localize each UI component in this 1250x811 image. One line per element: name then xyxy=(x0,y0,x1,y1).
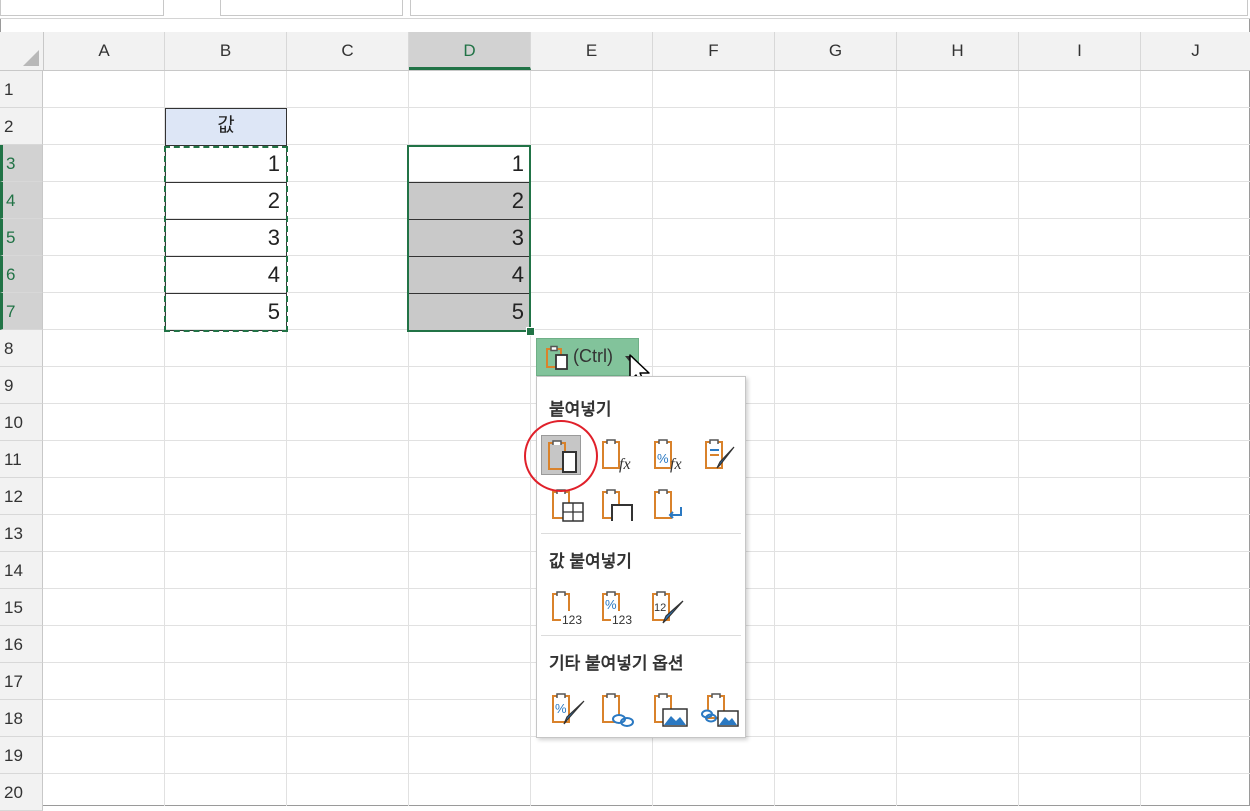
column-header-j[interactable]: J xyxy=(1141,32,1250,70)
paste-link-icon[interactable] xyxy=(599,689,639,729)
column-header-f[interactable]: F xyxy=(653,32,775,70)
row-header-7[interactable]: 7 xyxy=(0,293,43,330)
formula-input[interactable] xyxy=(410,0,1248,16)
column-header-g[interactable]: G xyxy=(775,32,897,70)
row-header-19[interactable]: 19 xyxy=(0,737,43,774)
formula-buttons xyxy=(220,0,403,16)
paste-picture-icon[interactable] xyxy=(651,689,691,729)
row-header-14[interactable]: 14 xyxy=(0,552,43,589)
svg-text:123: 123 xyxy=(562,613,582,627)
name-box[interactable] xyxy=(0,0,164,16)
row-header-20[interactable]: 20 xyxy=(0,774,43,811)
svg-text:%: % xyxy=(605,597,617,612)
column-header-a[interactable]: A xyxy=(44,32,165,70)
paste-formulas-number-format-icon[interactable]: % fx xyxy=(649,435,689,475)
row-header-6[interactable]: 6 xyxy=(0,256,43,293)
highlight-circle xyxy=(524,420,598,492)
fill-handle[interactable] xyxy=(526,327,535,336)
paste-keep-source-formatting-icon[interactable] xyxy=(700,435,740,475)
row-header-15[interactable]: 15 xyxy=(0,589,43,626)
paste-formulas-icon[interactable]: fx xyxy=(597,435,637,475)
paste-linked-picture-icon[interactable] xyxy=(700,689,740,729)
row-header-1[interactable]: 1 xyxy=(0,71,43,108)
row-header-5[interactable]: 5 xyxy=(0,219,43,256)
svg-text:12: 12 xyxy=(654,602,666,614)
copy-marquee xyxy=(164,146,288,332)
row-header-13[interactable]: 13 xyxy=(0,515,43,552)
select-all-corner[interactable] xyxy=(0,32,44,70)
paste-transpose-icon[interactable] xyxy=(651,485,691,525)
column-header-c[interactable]: C xyxy=(287,32,409,70)
row-header-16[interactable]: 16 xyxy=(0,626,43,663)
header-cell-b2[interactable]: 값 xyxy=(165,108,287,146)
column-header-d[interactable]: D xyxy=(409,32,531,70)
row-header-12[interactable]: 12 xyxy=(0,478,43,515)
paste-formatting-icon[interactable]: % xyxy=(549,689,589,729)
formula-bar xyxy=(0,0,1250,19)
row-header-3[interactable]: 3 xyxy=(0,145,43,182)
paste-values-number-format-icon[interactable]: % 123 xyxy=(599,587,639,627)
svg-text:fx: fx xyxy=(670,456,682,473)
column-header-h[interactable]: H xyxy=(897,32,1019,70)
svg-text:%: % xyxy=(657,451,669,466)
column-header-b[interactable]: B xyxy=(165,32,287,70)
row-header-17[interactable]: 17 xyxy=(0,663,43,700)
row-header-2[interactable]: 2 xyxy=(0,108,43,145)
row-header-4[interactable]: 4 xyxy=(0,182,43,219)
svg-text:fx: fx xyxy=(619,456,631,473)
paste-values-icon[interactable]: 123 xyxy=(549,587,589,627)
column-header-i[interactable]: I xyxy=(1019,32,1141,70)
selection-range-d3-d7 xyxy=(407,145,531,332)
column-header-e[interactable]: E xyxy=(531,32,653,70)
row-header-10[interactable]: 10 xyxy=(0,404,43,441)
clipboard-icon xyxy=(546,345,568,370)
paste-options-label: (Ctrl) xyxy=(573,346,613,366)
menu-separator xyxy=(541,533,741,534)
paste-keep-column-widths-icon[interactable] xyxy=(599,485,639,525)
svg-text:%: % xyxy=(555,701,567,716)
section-values-title: 값 붙여넣기 xyxy=(549,552,632,571)
paste-options-button[interactable]: (Ctrl) xyxy=(536,338,639,376)
row-header-9[interactable]: 9 xyxy=(0,367,43,404)
paste-values-source-formatting-icon[interactable]: 12 xyxy=(649,587,689,627)
row-header-8[interactable]: 8 xyxy=(0,330,43,367)
menu-separator xyxy=(541,635,741,636)
svg-text:123: 123 xyxy=(612,613,632,627)
column-headers: ABCDEFGHIJ xyxy=(0,32,1250,71)
row-header-18[interactable]: 18 xyxy=(0,700,43,737)
section-paste-title: 붙여넣기 xyxy=(549,400,612,419)
row-header-11[interactable]: 11 xyxy=(0,441,43,478)
section-other-title: 기타 붙여넣기 옵션 xyxy=(549,654,684,673)
